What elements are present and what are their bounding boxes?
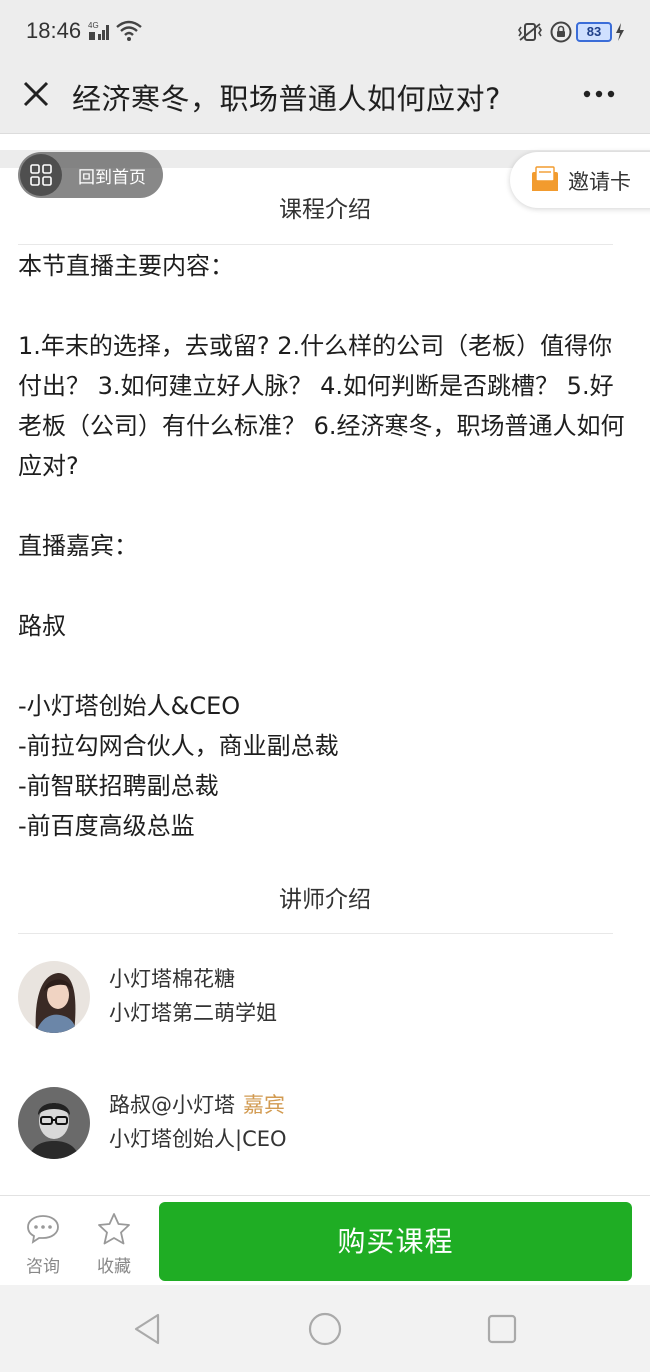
- wifi-icon: [116, 20, 142, 41]
- avatar: [18, 1087, 90, 1159]
- avatar: [18, 961, 90, 1033]
- back-nav-icon[interactable]: [130, 1311, 166, 1347]
- course-intro-title: 课程介绍: [279, 197, 371, 223]
- status-time: 18:46: [26, 18, 82, 43]
- intro-line: -前百度高级总监: [18, 812, 195, 840]
- intro-line: 直播嘉宾：: [18, 532, 138, 560]
- guest-badge: 嘉宾: [243, 1093, 285, 1117]
- teacher-name: 路叔@小灯塔 嘉宾: [109, 1089, 285, 1119]
- intro-line: -小灯塔创始人&CEO: [18, 692, 241, 720]
- svg-text:4G: 4G: [88, 21, 99, 30]
- star-icon: [98, 1213, 130, 1245]
- close-icon[interactable]: [16, 74, 56, 114]
- teacher-desc: 小灯塔创始人|CEO: [109, 1127, 287, 1151]
- teacher-intro-title: 讲师介绍: [279, 887, 371, 913]
- teacher-name-text: 路叔@小灯塔: [109, 1093, 235, 1117]
- charging-icon: [616, 23, 624, 41]
- system-nav-bar: [0, 1285, 650, 1372]
- favorite-label: 收藏: [97, 1257, 131, 1277]
- page-title: 经济寒冬，职场普通人如何应对?: [72, 82, 501, 116]
- chat-bubble-icon: [27, 1215, 59, 1244]
- status-bar: 18:46 4G 83: [0, 0, 650, 64]
- intro-line: [18, 486, 630, 526]
- intro-line: 路叔: [18, 612, 66, 640]
- rotation-lock-icon: [550, 21, 572, 43]
- bottom-action-bar: 咨询 收藏 购买课程: [0, 1195, 650, 1285]
- intro-line: [18, 286, 630, 326]
- divider: [18, 933, 613, 934]
- intro-line: 1.年末的选择，去或留? 2.什么样的公司（老板）值得你付出？ 3.如何建立好人…: [18, 332, 625, 480]
- home-nav-icon[interactable]: [307, 1311, 343, 1347]
- intro-line: -前拉勾网合伙人，商业副总裁: [18, 732, 339, 760]
- teacher-name: 小灯塔棉花糖: [109, 967, 235, 991]
- envelope-icon: [532, 166, 558, 191]
- recents-nav-icon[interactable]: [484, 1311, 520, 1347]
- more-icon[interactable]: [574, 76, 624, 112]
- teacher-card[interactable]: 路叔@小灯塔 嘉宾 小灯塔创始人|CEO: [18, 1087, 618, 1161]
- vibrate-icon: [518, 23, 542, 41]
- teacher-card[interactable]: 小灯塔棉花糖 小灯塔第二萌学姐: [18, 961, 618, 1035]
- intro-line: [18, 566, 630, 606]
- intro-line: -前智联招聘副总裁: [18, 772, 219, 800]
- divider: [18, 244, 613, 245]
- battery-icon: 83: [576, 22, 612, 42]
- teacher-desc: 小灯塔第二萌学姐: [109, 1001, 277, 1025]
- title-bar: 经济寒冬，职场普通人如何应对?: [0, 64, 650, 134]
- consult-button[interactable]: 咨询: [18, 1212, 68, 1278]
- back-home-label: 回到首页: [78, 168, 146, 188]
- signal-icon: 4G: [88, 21, 109, 40]
- grid-icon: [30, 164, 52, 186]
- consult-label: 咨询: [26, 1257, 60, 1277]
- intro-line: 本节直播主要内容：: [18, 252, 234, 280]
- favorite-button[interactable]: 收藏: [89, 1212, 139, 1278]
- course-intro-content: 本节直播主要内容： 1.年末的选择，去或留? 2.什么样的公司（老板）值得你付出…: [18, 246, 630, 846]
- intro-line: [18, 646, 630, 686]
- buy-course-button[interactable]: 购买课程: [159, 1202, 632, 1281]
